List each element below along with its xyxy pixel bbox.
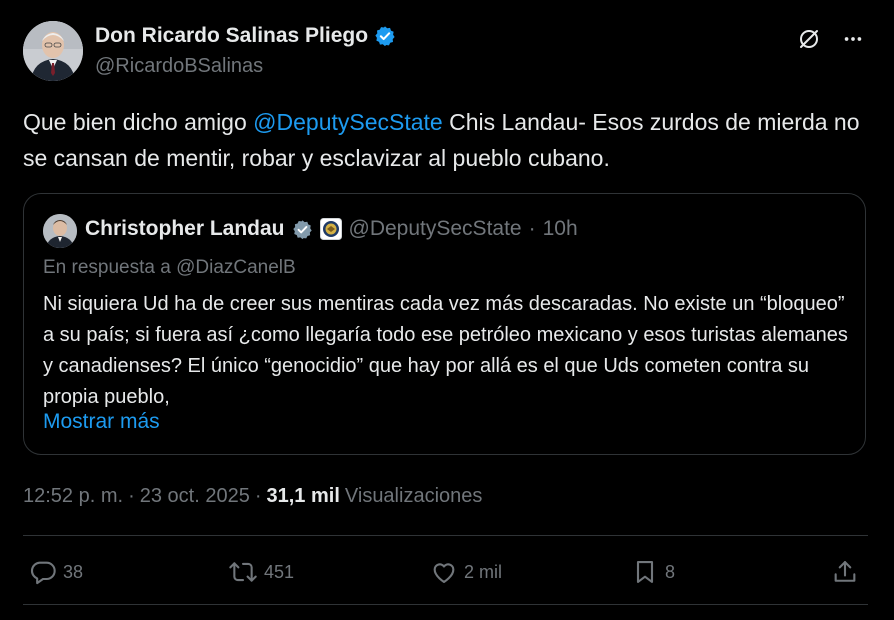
divider (23, 604, 868, 605)
mention-link[interactable]: @DeputySecState (253, 109, 443, 135)
more-icon[interactable] (840, 26, 866, 52)
author-name-row[interactable]: Don Ricardo Salinas Pliego (95, 24, 396, 48)
reply-icon (29, 558, 57, 586)
quoted-tweet-card[interactable]: Christopher Landau @DeputySecState · 10h… (23, 193, 866, 455)
bookmark-count: 8 (665, 561, 676, 582)
quote-time[interactable]: 10h (543, 217, 578, 241)
meta-separator: · (128, 485, 135, 507)
reply-button[interactable]: 38 (29, 558, 83, 586)
reply-count: 38 (63, 561, 84, 582)
quote-author-avatar[interactable] (43, 214, 77, 248)
divider (23, 535, 868, 536)
grok-icon[interactable] (796, 26, 822, 52)
author-avatar[interactable] (23, 21, 83, 81)
share-icon (831, 558, 859, 586)
header-actions (796, 26, 866, 52)
author-name[interactable]: Don Ricardo Salinas Pliego (95, 24, 368, 48)
gray-verified-badge-icon (292, 219, 313, 240)
repost-icon (228, 558, 258, 586)
bookmark-icon (631, 558, 659, 586)
tweet-date[interactable]: 23 oct. 2025 (140, 485, 250, 508)
like-button[interactable]: 2 mil (430, 558, 502, 586)
show-more-link[interactable]: Mostrar más (43, 410, 160, 434)
author-handle[interactable]: @RicardoBSalinas (95, 55, 263, 78)
repost-button[interactable]: 451 (228, 558, 294, 586)
quote-author-handle[interactable]: @DeputySecState (349, 217, 522, 241)
like-count: 2 mil (464, 561, 503, 582)
meta-separator: · (254, 485, 262, 507)
views-label: Visualizaciones (344, 485, 483, 507)
views-count: 31,1 mil (266, 485, 340, 507)
action-bar: 38 451 2 mil 8 (23, 544, 868, 600)
heart-icon (430, 558, 458, 586)
government-seal-icon (319, 218, 342, 240)
tweet-text: Que bien dicho amigo @DeputySecState Chi… (23, 104, 868, 176)
quote-author-name[interactable]: Christopher Landau (85, 217, 285, 241)
bookmark-button[interactable]: 8 (631, 558, 675, 586)
tweet-text-before: Que bien dicho amigo (23, 109, 254, 135)
reply-to-label[interactable]: En respuesta a @DiazCanelB (43, 257, 296, 279)
verified-badge-icon (374, 25, 396, 47)
quote-separator: · (528, 217, 536, 240)
quote-header: Christopher Landau @DeputySecState · 10h (85, 217, 578, 241)
tweet-time[interactable]: 12:52 p. m. (23, 485, 123, 508)
tweet-detail: Don Ricardo Salinas Pliego @RicardoBSali… (0, 0, 894, 620)
tweet-meta: 12:52 p. m. · 23 oct. 2025 · 31,1 mil Vi… (23, 485, 482, 508)
share-button[interactable] (831, 558, 859, 586)
quote-text: Ni siquiera Ud ha de creer sus mentiras … (43, 293, 848, 408)
repost-count: 451 (264, 561, 295, 582)
